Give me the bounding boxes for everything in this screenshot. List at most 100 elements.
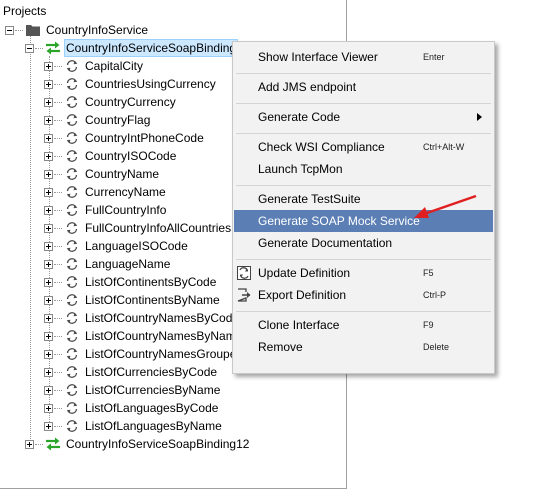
tree-row-operation[interactable]: LanguageISOCode (44, 237, 190, 255)
expand-toggle[interactable] (44, 367, 53, 377)
tree-row-binding12[interactable]: CountryInfoServiceSoapBinding12 (25, 435, 251, 453)
tree-row-operation[interactable]: ListOfContinentsByName (44, 291, 222, 309)
tree-row-operation[interactable]: ListOfLanguagesByName (44, 417, 224, 435)
menu-item-update-definition[interactable]: Update Definition F5 (234, 262, 493, 284)
tree-row-operation[interactable]: CapitalCity (44, 57, 145, 75)
refresh-cycle-icon (64, 202, 80, 218)
menu-item-label: Generate TestSuite (258, 192, 361, 206)
refresh-cycle-icon (64, 76, 80, 92)
expand-toggle[interactable] (25, 439, 34, 449)
tree-row-operation[interactable]: ListOfLanguagesByCode (44, 399, 220, 417)
expand-toggle[interactable] (44, 295, 53, 305)
menu-item-label: Show Interface Viewer (258, 50, 378, 64)
tree-row-project[interactable]: CountryInfoService (5, 21, 150, 39)
expand-toggle[interactable] (44, 349, 53, 359)
tree-row-operation[interactable]: ListOfCountryNamesByName (44, 327, 244, 345)
menu-item-add-jms-endpoint[interactable]: Add JMS endpoint (234, 76, 493, 98)
tree-row-operation[interactable]: ListOfCountryNamesByCode (44, 309, 241, 327)
tree-row-binding[interactable]: CountryInfoServiceSoapBinding (25, 39, 239, 57)
operation-label: CountryFlag (85, 113, 151, 127)
tree-connector (54, 119, 62, 121)
expand-toggle[interactable] (44, 223, 53, 233)
menu-item-label: Check WSI Compliance (258, 140, 385, 154)
menu-item-remove[interactable]: Remove Delete (234, 336, 493, 358)
expand-toggle[interactable] (44, 259, 53, 269)
menu-item-generate-code[interactable]: Generate Code (234, 106, 493, 128)
expand-toggle[interactable] (44, 97, 53, 107)
refresh-cycle-icon (64, 220, 80, 236)
tree-connector (54, 371, 62, 373)
expand-toggle[interactable] (44, 79, 53, 89)
tree-row-operation[interactable]: ListOfContinentsByCode (44, 273, 218, 291)
menu-item-label: Generate SOAP Mock Service (258, 214, 420, 228)
tree-guide-line (30, 34, 31, 447)
refresh-cycle-icon (64, 364, 80, 380)
expand-toggle[interactable] (44, 313, 53, 323)
update-definition-icon (237, 266, 251, 280)
menu-item-clone-interface[interactable]: Clone Interface F9 (234, 314, 493, 336)
tree-connector (35, 47, 43, 49)
expand-toggle[interactable] (44, 331, 53, 341)
binding-label: CountryInfoServiceSoapBinding (64, 39, 239, 57)
menu-item-show-interface-viewer[interactable]: Show Interface Viewer Enter (234, 46, 493, 68)
expand-toggle[interactable] (44, 61, 53, 71)
tree-connector (54, 83, 62, 85)
refresh-cycle-icon (64, 292, 80, 308)
menu-separator (236, 185, 491, 186)
tree-row-operation[interactable]: CurrencyName (44, 183, 168, 201)
expand-toggle[interactable] (44, 277, 53, 287)
tree-connector (54, 155, 62, 157)
menu-item-export-definition[interactable]: Export Definition Ctrl-P (234, 284, 493, 306)
tree-row-operation[interactable]: ListOfCurrenciesByName (44, 381, 222, 399)
tree-row-operation[interactable]: CountryISOCode (44, 147, 178, 165)
expand-toggle[interactable] (44, 169, 53, 179)
menu-item-label: Remove (258, 340, 303, 354)
refresh-cycle-icon (64, 112, 80, 128)
tree-row-operation[interactable]: ListOfCountryNamesGrouped (44, 345, 245, 363)
refresh-cycle-icon (64, 400, 80, 416)
expand-toggle[interactable] (44, 151, 53, 161)
export-definition-icon (237, 288, 251, 302)
tree-row-operation[interactable]: CountryName (44, 165, 161, 183)
menu-item-label: Generate Documentation (258, 236, 393, 250)
tree-row-operation[interactable]: CountryCurrency (44, 93, 178, 111)
operation-label: ListOfCountryNamesByName (85, 329, 243, 343)
menu-item-generate-documentation[interactable]: Generate Documentation (234, 232, 493, 254)
menu-separator (236, 103, 491, 104)
tree-row-operation[interactable]: CountriesUsingCurrency (44, 75, 218, 93)
tree-row-operation[interactable]: ListOfCurrenciesByCode (44, 363, 219, 381)
tree-row-operation[interactable]: CountryIntPhoneCode (44, 129, 206, 147)
menu-item-shortcut: Enter (423, 52, 445, 62)
tree-row-operation[interactable]: FullCountryInfoAllCountries (44, 219, 233, 237)
collapse-toggle[interactable] (5, 25, 14, 35)
expand-toggle[interactable] (44, 403, 53, 413)
operation-label: ListOfCurrenciesByName (85, 383, 221, 397)
menu-separator (236, 259, 491, 260)
menu-separator (236, 133, 491, 134)
expand-toggle[interactable] (44, 115, 53, 125)
tree-connector (54, 353, 62, 355)
binding12-label: CountryInfoServiceSoapBinding12 (66, 437, 250, 451)
menu-item-shortcut: F9 (423, 320, 434, 330)
expand-toggle[interactable] (44, 385, 53, 395)
menu-item-shortcut: Ctrl+Alt-W (423, 142, 465, 152)
expand-toggle[interactable] (44, 421, 53, 431)
tree-connector (54, 209, 62, 211)
operation-label: ListOfLanguagesByCode (85, 401, 219, 415)
interface-arrows-icon (45, 436, 61, 452)
menu-item-check-wsi-compliance[interactable]: Check WSI Compliance Ctrl+Alt-W (234, 136, 493, 158)
tree-row-operation[interactable]: CountryFlag (44, 111, 152, 129)
expand-toggle[interactable] (44, 133, 53, 143)
expand-toggle[interactable] (44, 241, 53, 251)
expand-toggle[interactable] (44, 187, 53, 197)
menu-item-shortcut: F5 (423, 268, 434, 278)
operation-label: CapitalCity (85, 59, 144, 73)
menu-item-launch-tcpmon[interactable]: Launch TcpMon (234, 158, 493, 180)
tree-row-operation[interactable]: LanguageName (44, 255, 172, 273)
expand-toggle[interactable] (44, 205, 53, 215)
operation-label: CountryISOCode (85, 149, 177, 163)
tree-row-operation[interactable]: FullCountryInfo (44, 201, 168, 219)
collapse-toggle[interactable] (25, 43, 34, 53)
tree-connector (54, 281, 62, 283)
operation-label: ListOfContinentsByCode (85, 275, 217, 289)
